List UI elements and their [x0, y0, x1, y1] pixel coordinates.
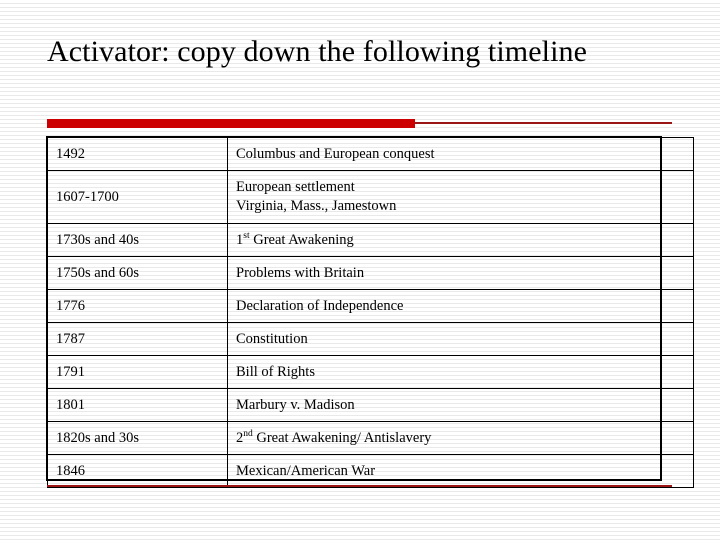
table-cell-event: Bill of Rights [227, 355, 694, 389]
table-cell-date: 1820s and 30s [47, 421, 228, 455]
table-cell-event: Mexican/American War [227, 454, 694, 488]
event-text-line: Problems with Britain [236, 264, 365, 281]
table-row: 1820s and 30s 2nd Great Awakening/ Antisl… [47, 421, 694, 455]
event-text-line: Marbury v. Madison [236, 396, 355, 413]
table-row: 1776 Declaration of Independence [47, 289, 694, 323]
event-text-line: 2nd Great Awakening/ Antislavery [236, 429, 686, 448]
table-row: 1607-1700 European settlement Virginia, Ma… [47, 170, 694, 224]
table-cell-date: 1776 [47, 289, 228, 323]
table-cell-event: Constitution [227, 322, 694, 356]
table-cell-date: 1492 [47, 137, 228, 171]
event-text-line: Declaration of Independence [236, 297, 404, 314]
table-cell-date: 1750s and 60s [47, 256, 228, 290]
event-text-line: 1st Great Awakening [236, 231, 686, 250]
event-text: Great Awakening [249, 231, 354, 248]
table-cell-date: 1801 [47, 388, 228, 422]
title-divider-accent-bar [47, 119, 415, 128]
timeline-table: 1492 Columbus and European conquest 1607-1… [47, 137, 694, 488]
table-cell-date: 1791 [47, 355, 228, 389]
event-text-line: Bill of Rights [236, 363, 315, 380]
title-divider [47, 119, 672, 128]
timeline-table-body: 1492 Columbus and European conquest 1607-1… [47, 137, 694, 488]
ordinal-suffix: nd [243, 428, 253, 439]
event-text-line: European settlement [236, 179, 355, 195]
table-cell-date: 1787 [47, 322, 228, 356]
table-cell-date: 1846 [47, 454, 228, 488]
table-cell-date: 1730s and 40s [47, 223, 228, 257]
table-row: 1787 Constitution [47, 322, 694, 356]
table-cell-event: European settlement Virginia, Mass., Jame… [227, 170, 694, 224]
title-block: Activator: copy down the following timel… [47, 33, 657, 70]
table-row: 1791 Bill of Rights [47, 355, 694, 389]
event-text-line: Mexican/American War [236, 462, 376, 479]
table-row: 1750s and 60s Problems with Britain [47, 256, 694, 290]
table-row: 1492 Columbus and European conquest [47, 137, 694, 171]
table-cell-event: Declaration of Independence [227, 289, 694, 323]
event-text: Great Awakening/ Antislavery [252, 429, 432, 446]
table-cell-event: 2nd Great Awakening/ Antislavery [227, 421, 694, 455]
event-text-line: Columbus and European conquest [236, 145, 435, 162]
event-text-line: Constitution [236, 330, 308, 347]
table-cell-event: 1st Great Awakening [227, 223, 694, 257]
page-title: Activator: copy down the following timel… [47, 35, 588, 68]
table-row: 1801 Marbury v. Madison [47, 388, 694, 422]
slide-canvas: Activator: copy down the following timel… [0, 0, 720, 540]
table-row: 1846 Mexican/American War [47, 454, 694, 488]
footer-divider [47, 485, 672, 487]
table-row: 1730s and 40s 1st Great Awakening [47, 223, 694, 257]
event-text-line: Virginia, Mass., Jamestown [236, 198, 397, 214]
table-cell-event: Marbury v. Madison [227, 388, 694, 422]
table-cell-event: Problems with Britain [227, 256, 694, 290]
table-cell-event: Columbus and European conquest [227, 137, 694, 171]
table-cell-date: 1607-1700 [47, 170, 228, 224]
